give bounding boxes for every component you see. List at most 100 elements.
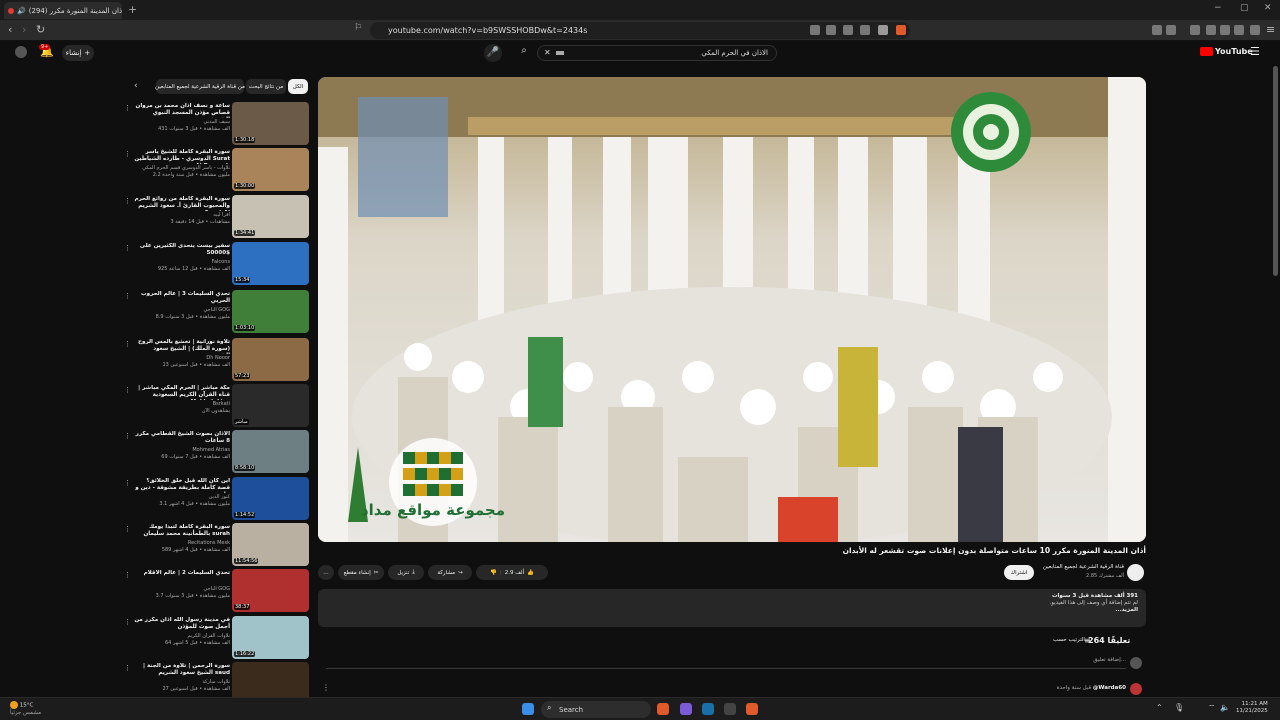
browser-menu-icon[interactable]: ≡ <box>1266 23 1275 36</box>
start-icon[interactable] <box>522 703 534 715</box>
related-video-title[interactable]: تحدي السليمات 2 | عالم الأقلام <box>132 570 230 585</box>
related-video-title[interactable]: ساعة و نصف أذان محمد بن مروان قصاص مؤذن … <box>132 103 230 118</box>
browser-tab[interactable]: 🔊 (294) أذان المدينة المنورة مكرر ✕ <box>4 2 122 19</box>
maximize-button[interactable]: ▢ <box>1240 3 1249 13</box>
video-thumbnail[interactable]: 1:30:18 <box>232 102 309 145</box>
video-options-icon[interactable]: ⋮ <box>124 432 131 440</box>
reload-icon[interactable]: ↻ <box>36 23 45 36</box>
video-options-icon[interactable]: ⋮ <box>124 664 131 672</box>
tabs-icon[interactable] <box>1220 25 1230 35</box>
wallet-icon[interactable] <box>1166 25 1176 35</box>
search-icon[interactable]: ⌕ <box>512 45 536 61</box>
avatar[interactable] <box>15 46 27 58</box>
page-scrollbar[interactable] <box>1273 66 1278 276</box>
volume-icon[interactable]: 🔈 <box>1220 703 1230 712</box>
sort-icon[interactable]: ≡ <box>1084 636 1091 645</box>
guide-menu-icon[interactable]: ☰ <box>1250 45 1260 58</box>
related-video-item[interactable]: مباشر مكة مباشر | الحرم المكي مباشر | قنا… <box>122 384 310 429</box>
description-box[interactable]: 391 ألف مشاهدة قبل 3 سنوات لم تتم إضافة … <box>318 589 1146 627</box>
video-options-icon[interactable]: ⋮ <box>124 197 131 205</box>
related-video-item[interactable]: 8:58:10 الأذان بصوت الشيخ القطامي مكرر 8 … <box>122 430 310 475</box>
sidebar-toggle-icon[interactable] <box>1206 25 1216 35</box>
video-options-icon[interactable]: ⋮ <box>124 479 131 487</box>
video-thumbnail[interactable]: مباشر <box>232 384 309 427</box>
video-options-icon[interactable]: ⋮ <box>124 244 131 252</box>
related-video-channel[interactable]: Bsrkati <box>132 401 230 407</box>
related-video-item[interactable]: 1:14:52 أين كان الله قبل خلق الخلائق؟ قصة… <box>122 477 310 522</box>
share-button[interactable]: مشاركة ↪ <box>428 565 472 580</box>
clip-button[interactable]: إنشاء مقطع ✂ <box>338 565 384 580</box>
install-icon[interactable] <box>810 25 820 35</box>
search-input[interactable]: ✕ الاذان في الحرم المكي <box>537 45 777 61</box>
vpn-icon[interactable] <box>1234 25 1244 35</box>
related-video-channel[interactable]: Recitations Mesk <box>132 540 230 546</box>
related-video-channel[interactable]: Falcons <box>132 259 230 265</box>
related-video-channel[interactable]: أقرأ لبيه <box>132 212 230 218</box>
related-video-channel[interactable]: كنوز الدين <box>132 494 230 500</box>
related-video-item[interactable]: 15:34 سفير بيست يتحدى الكثيرين على $50000… <box>122 242 310 287</box>
download-button[interactable]: تنزيل ⤓ <box>388 565 424 580</box>
video-thumbnail[interactable]: 1:14:52 <box>232 477 309 520</box>
channel-name[interactable]: قناة الرقية الشرعية لجميع المتابعين <box>1038 564 1124 570</box>
youtube-logo[interactable]: YouTube <box>1200 47 1253 56</box>
add-comment-input[interactable]: إضافة تعليق... <box>326 657 1126 669</box>
related-video-channel[interactable]: الناجي GOG <box>132 586 230 592</box>
video-thumbnail[interactable]: 1:30:00 <box>232 148 309 191</box>
taskbar-search[interactable]: ⌕ Search <box>541 701 651 718</box>
subscribe-button[interactable]: اشتراك <box>1004 565 1034 580</box>
dislike-icon[interactable]: 👎 <box>490 570 497 576</box>
video-thumbnail[interactable]: 1:03:10 <box>232 290 309 333</box>
video-player[interactable]: مجموعة مواقع مداد <box>318 77 1146 542</box>
video-options-icon[interactable]: ⋮ <box>124 340 131 348</box>
video-thumbnail[interactable]: 1:34:41 <box>232 195 309 238</box>
steam-taskbar-icon[interactable] <box>702 703 714 715</box>
related-video-title[interactable]: سورة الرحمن | تلاوة من الجنة | الشيخ سعو… <box>132 663 230 678</box>
related-video-item[interactable]: 57:23 تلاوة نورانية | تخشع بالمس الروح (س… <box>122 338 310 383</box>
video-options-icon[interactable]: ⋮ <box>124 292 131 300</box>
related-video-title[interactable]: تلاوة نورانية | تخشع بالمس الروح (سورة ا… <box>132 339 230 354</box>
back-icon[interactable]: ‹ <box>8 23 12 36</box>
brave-taskbar-icon[interactable] <box>657 703 669 715</box>
zoom-icon[interactable] <box>843 25 853 35</box>
related-video-title[interactable]: سورة البقرة كاملة لتبدأ يومك بالطمأنينة … <box>132 524 230 539</box>
video-thumbnail[interactable]: 57:23 <box>232 338 309 381</box>
related-video-channel[interactable]: Dh Nooor <box>132 355 230 361</box>
related-video-channel[interactable]: سيف المدني <box>132 119 230 125</box>
sort-button[interactable]: الترتيب حسب <box>1053 637 1085 643</box>
close-window-button[interactable]: ✕ <box>1264 3 1272 13</box>
clear-search-icon[interactable]: ✕ <box>544 48 551 57</box>
extensions-icon[interactable] <box>1152 25 1162 35</box>
related-video-item[interactable]: 38:37 تحدي السليمات 2 | عالم الأقلام الناج… <box>122 569 310 614</box>
profile-icon[interactable] <box>1250 25 1260 35</box>
video-thumbnail[interactable]: 15:34 <box>232 242 309 285</box>
video-options-icon[interactable]: ⋮ <box>124 386 131 394</box>
minimize-button[interactable]: − <box>1214 3 1222 13</box>
brave-rewards-icon[interactable] <box>896 25 906 35</box>
mic-tray-icon[interactable]: 🎙 <box>1174 703 1184 712</box>
related-video-channel[interactable]: تلاوات - ياسر الدوسري قسم الحرم المكي <box>132 165 230 171</box>
video-options-icon[interactable]: ⋮ <box>124 104 131 112</box>
video-thumbnail[interactable]: 38:37 <box>232 569 309 612</box>
related-video-item[interactable]: 1:30:18 ساعة و نصف أذان محمد بن مروان قصا… <box>122 102 310 147</box>
discord-taskbar-icon[interactable] <box>680 703 692 715</box>
chips-left-chevron-icon[interactable]: ‹ <box>134 81 138 91</box>
voice-search-icon[interactable]: 🎤 <box>484 44 502 62</box>
video-options-icon[interactable]: ⋮ <box>124 150 131 158</box>
channel-avatar[interactable] <box>1127 564 1144 581</box>
related-video-title[interactable]: في مدينة رسول الله أذان مكرر من أجمل صوت… <box>132 617 230 632</box>
related-video-title[interactable]: مكة مباشر | الحرم المكي مباشر | قناة الق… <box>132 385 230 400</box>
new-tab-button[interactable]: + <box>128 3 137 16</box>
like-icon[interactable]: 👍 <box>527 570 534 576</box>
system-clock[interactable]: 11:21 AM 11/21/2025 <box>1236 701 1268 715</box>
speaker-icon[interactable]: 🔊 <box>17 7 26 15</box>
related-video-title[interactable]: سورة البقرة كاملة من روائع الحرم والمحبو… <box>132 196 230 211</box>
video-thumbnail[interactable]: 8:58:10 <box>232 430 309 473</box>
weather-widget[interactable]: 15°C مشمس جزئياً <box>10 701 41 717</box>
related-video-title[interactable]: سورة البقرة كاملة للشيخ ياسر الدوسري - ط… <box>132 149 230 164</box>
chip-search-results[interactable]: من نتائج البحث <box>246 79 286 94</box>
obs-taskbar-icon[interactable] <box>724 703 736 715</box>
related-video-channel[interactable]: Mohmed Atrias <box>132 447 230 453</box>
tray-chevron-icon[interactable]: ⌃ <box>1156 703 1163 712</box>
related-video-channel[interactable]: تلاوات القرآن الكريم <box>132 633 230 639</box>
comment-more-icon[interactable]: ⋮ <box>322 683 330 692</box>
